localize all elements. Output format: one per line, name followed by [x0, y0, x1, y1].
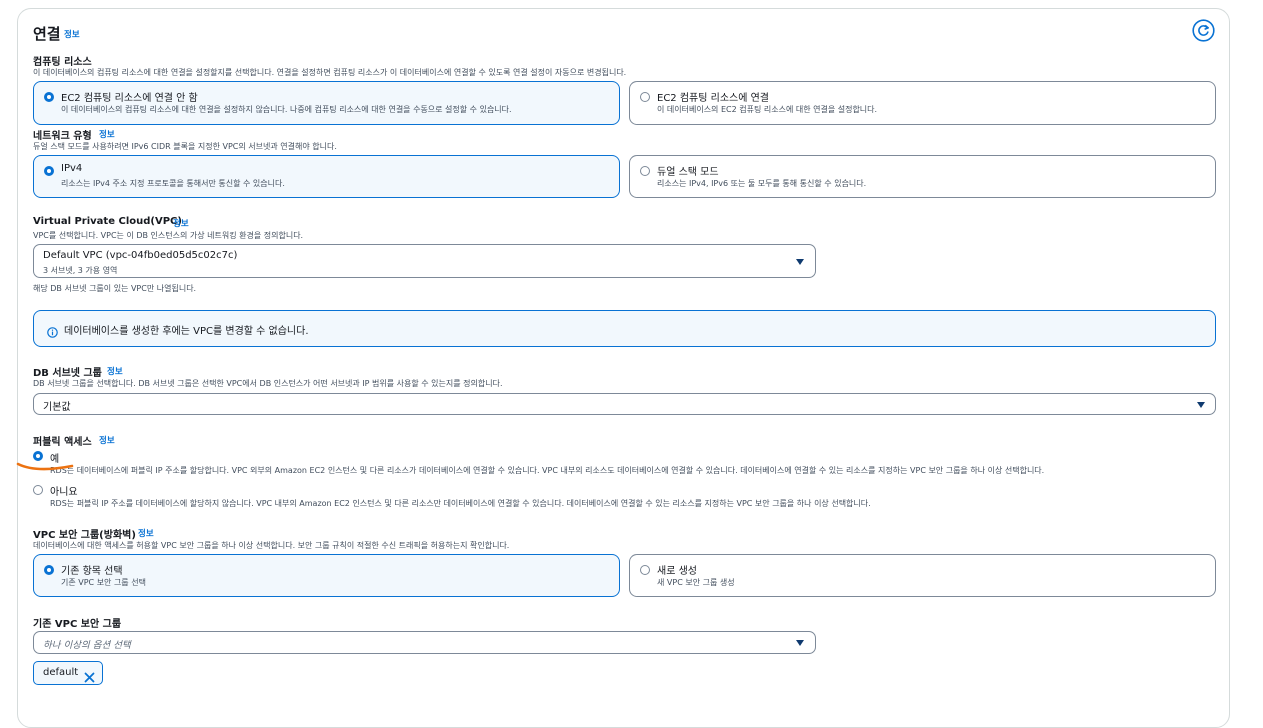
caret-down-icon	[796, 259, 804, 265]
option-title: 새로 생성	[657, 566, 697, 577]
vpc-selected-sub: 3 서브넷, 3 가용 영역	[43, 266, 118, 275]
network-info-link[interactable]: 정보	[99, 128, 115, 140]
public-no-desc: RDS는 퍼블릭 IP 주소를 데이터베이스에 할당하지 않습니다. VPC 내…	[50, 499, 871, 508]
radio-button[interactable]	[44, 166, 54, 176]
option-title: EC2 컴퓨팅 리소스에 연결 안 함	[61, 93, 198, 104]
option-title: 기존 항목 선택	[61, 566, 123, 577]
radio-button[interactable]	[640, 92, 650, 102]
vpc-selected-value: Default VPC (vpc-04fb0ed05d5c02c7c)	[43, 250, 238, 261]
radio-button[interactable]	[44, 92, 54, 102]
network-label: 네트워크 유형	[33, 131, 92, 142]
public-info-link[interactable]: 정보	[99, 434, 115, 446]
info-icon	[47, 323, 58, 338]
section-title: 연결	[33, 25, 61, 43]
option-desc: 기존 VPC 보안 그룹 선택	[61, 578, 146, 587]
compute-option-connect[interactable]: EC2 컴퓨팅 리소스에 연결 이 데이터베이스의 EC2 컴퓨팅 리소스에 대…	[629, 81, 1216, 125]
caret-down-icon	[1197, 402, 1205, 408]
subnet-info-link[interactable]: 정보	[107, 365, 123, 377]
subnet-label: DB 서브넷 그룹	[33, 368, 102, 379]
refresh-icon[interactable]	[1192, 19, 1215, 42]
multiselect-placeholder: 하나 이상의 옵션 선택	[43, 640, 131, 651]
close-icon[interactable]	[84, 668, 95, 683]
option-desc: 리소스는 IPv4 주소 지정 프로토콜을 통해서만 통신할 수 있습니다.	[61, 179, 285, 188]
vpc-info-alert: 데이터베이스를 생성한 후에는 VPC를 변경할 수 없습니다.	[33, 310, 1216, 347]
sg-info-link[interactable]: 정보	[138, 527, 154, 539]
option-desc: 이 데이터베이스의 컴퓨팅 리소스에 대한 연결을 설정하지 않습니다. 나중에…	[61, 105, 512, 114]
compute-desc: 이 데이터베이스의 컴퓨팅 리소스에 대한 연결을 설정할지를 선택합니다. 연…	[33, 68, 627, 77]
orange-underline-annotation	[16, 459, 76, 475]
selected-sg-token: default	[33, 661, 103, 685]
option-title: 듀얼 스택 모드	[657, 167, 719, 178]
public-yes-desc: RDS는 데이터베이스에 퍼블릭 IP 주소를 할당합니다. VPC 외부의 A…	[50, 466, 1045, 475]
option-desc: 이 데이터베이스의 EC2 컴퓨팅 리소스에 대한 연결을 설정합니다.	[657, 105, 878, 114]
sg-option-existing[interactable]: 기존 항목 선택 기존 VPC 보안 그룹 선택	[33, 554, 620, 597]
option-title: EC2 컴퓨팅 리소스에 연결	[657, 93, 769, 104]
vpc-info-link[interactable]: 정보	[173, 217, 189, 229]
subnet-desc: DB 서브넷 그룹을 선택합니다. DB 서브넷 그룹은 선택한 VPC에서 D…	[33, 379, 503, 388]
vpc-hint: 해당 DB 서브넷 그룹이 있는 VPC만 나열됩니다.	[33, 284, 197, 293]
existing-sg-label: 기존 VPC 보안 그룹	[33, 619, 122, 630]
network-option-dual-stack[interactable]: 듀얼 스택 모드 리소스는 IPv4, IPv6 또는 둘 모두를 통해 통신할…	[629, 155, 1216, 198]
radio-button[interactable]	[640, 166, 650, 176]
option-desc: 새 VPC 보안 그룹 생성	[657, 578, 735, 587]
compute-option-no-connect[interactable]: EC2 컴퓨팅 리소스에 연결 안 함 이 데이터베이스의 컴퓨팅 리소스에 대…	[33, 81, 620, 125]
caret-down-icon	[796, 640, 804, 646]
sg-option-new[interactable]: 새로 생성 새 VPC 보안 그룹 생성	[629, 554, 1216, 597]
section-info-link[interactable]: 정보	[64, 28, 80, 40]
public-no-radio[interactable]	[33, 485, 43, 495]
vpc-select[interactable]: Default VPC (vpc-04fb0ed05d5c02c7c) 3 서브…	[33, 244, 816, 278]
radio-button[interactable]	[640, 565, 650, 575]
vpc-label: Virtual Private Cloud(VPC)	[33, 216, 182, 227]
sg-desc: 데이터베이스에 대한 액세스를 허용할 VPC 보안 그룹을 하나 이상 선택합…	[33, 541, 510, 550]
network-option-ipv4[interactable]: IPv4 리소스는 IPv4 주소 지정 프로토콜을 통해서만 통신할 수 있습…	[33, 155, 620, 198]
token-label: default	[43, 667, 79, 678]
subnet-selected-value: 기본값	[43, 402, 71, 413]
radio-button[interactable]	[44, 565, 54, 575]
alert-text: 데이터베이스를 생성한 후에는 VPC를 변경할 수 없습니다.	[64, 326, 309, 337]
vpc-desc: VPC를 선택합니다. VPC는 이 DB 인스턴스의 가상 네트워킹 환경을 …	[33, 231, 304, 240]
compute-label: 컴퓨팅 리소스	[33, 57, 92, 68]
public-no-title[interactable]: 아니요	[50, 483, 78, 498]
option-title: IPv4	[61, 163, 83, 174]
subnet-select[interactable]: 기본값	[33, 393, 1216, 415]
public-label: 퍼블릭 액세스	[33, 437, 92, 448]
sg-label: VPC 보안 그룹(방화벽)	[33, 530, 136, 541]
existing-sg-multiselect[interactable]: 하나 이상의 옵션 선택	[33, 631, 816, 654]
network-desc: 듀얼 스택 모드를 사용하려면 IPv6 CIDR 블록을 지정한 VPC의 서…	[33, 142, 337, 151]
option-desc: 리소스는 IPv4, IPv6 또는 둘 모두를 통해 통신할 수 있습니다.	[657, 179, 867, 188]
